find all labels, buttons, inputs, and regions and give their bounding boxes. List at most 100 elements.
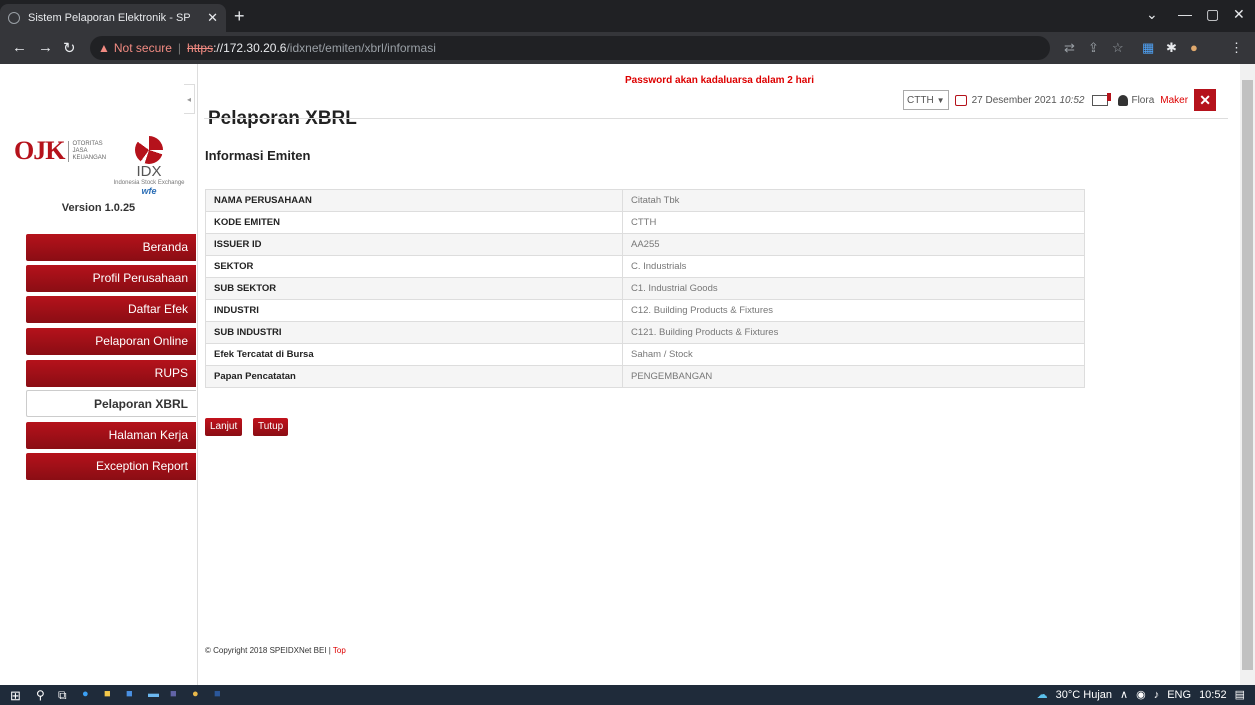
edge-icon[interactable]: ●: [82, 688, 96, 702]
address-bar[interactable]: ▲ Not secure | https://172.30.20.6/idxne…: [90, 36, 1050, 60]
language-indicator[interactable]: ENG: [1167, 689, 1191, 701]
store-icon[interactable]: ■: [126, 688, 140, 702]
top-link[interactable]: Top: [333, 646, 346, 655]
table-row: ISSUER ID AA255: [205, 233, 1085, 256]
row-key: KODE EMITEN: [205, 211, 623, 234]
row-key: NAMA PERUSAHAAN: [205, 189, 623, 212]
ojk-logo-letters: OJK: [14, 136, 65, 165]
row-value: CTTH: [622, 211, 1085, 234]
security-status: Not secure: [113, 41, 172, 55]
minimize-icon[interactable]: —: [1178, 6, 1192, 22]
profile-avatar-icon[interactable]: ●: [1190, 40, 1198, 55]
copyright-text: © Copyright 2018 SPEIDXNet BEI |: [205, 646, 331, 655]
star-icon[interactable]: ☆: [1112, 40, 1124, 56]
network-icon[interactable]: ◉: [1136, 688, 1146, 701]
weather-text[interactable]: 30°C Hujan: [1056, 689, 1112, 701]
header-divider: [204, 118, 1228, 119]
ojk-logo-text: OTORITAS JASA KEUANGAN: [68, 140, 106, 162]
translate-icon[interactable]: ⇄: [1064, 40, 1075, 56]
table-row: NAMA PERUSAHAAN Citatah Tbk: [205, 189, 1085, 212]
close-tab-icon[interactable]: ✕: [207, 10, 218, 26]
browser-tab-bar: Sistem Pelaporan Elektronik - SP ✕ + ⌄ —…: [0, 0, 1255, 32]
url-scheme: https: [187, 41, 214, 55]
share-icon[interactable]: ⇪: [1088, 40, 1099, 56]
sidebar-item-halaman-kerja[interactable]: Halaman Kerja: [26, 422, 196, 449]
new-tab-button[interactable]: +: [234, 6, 245, 27]
volume-icon[interactable]: ♪: [1154, 689, 1160, 701]
maximize-icon[interactable]: ▢: [1206, 6, 1219, 23]
tab-title: Sistem Pelaporan Elektronik - SP: [28, 12, 191, 24]
idx-logo: IDX Indonesia Stock Exchange wfe: [104, 136, 194, 196]
table-row: Papan Pencatatan PENGEMBANGAN: [205, 365, 1085, 388]
url-host: ://172.30.20.6: [213, 41, 287, 55]
logout-button[interactable]: ✕: [1194, 89, 1217, 111]
row-key: SUB INDUSTRI: [205, 321, 623, 344]
clock[interactable]: 10:52: [1199, 689, 1227, 701]
row-value: Saham / Stock: [622, 343, 1085, 366]
emiten-info-table: NAMA PERUSAHAAN Citatah Tbk KODE EMITEN CT…: [205, 189, 1085, 388]
table-row: SUB SEKTOR C1. Industrial Goods: [205, 277, 1085, 300]
chevron-down-icon[interactable]: ⌄: [1146, 6, 1158, 23]
user-name[interactable]: Flora: [1131, 95, 1154, 106]
forward-icon[interactable]: →: [38, 39, 53, 56]
row-key: INDUSTRI: [205, 299, 623, 322]
chevron-down-icon: ▼: [936, 95, 945, 105]
close-icon: ✕: [1199, 91, 1211, 108]
close-window-icon[interactable]: ✕: [1233, 6, 1245, 23]
section-title: Informasi Emiten: [205, 148, 311, 163]
sidebar-item-rups[interactable]: RUPS: [26, 360, 196, 387]
system-tray: ☁ 30°C Hujan ∧ ◉ ♪ ENG 10:52 ▤: [1036, 688, 1245, 702]
sidebar-item-beranda[interactable]: Beranda: [26, 234, 196, 261]
wfe-logo: wfe: [141, 186, 157, 196]
task-view-icon[interactable]: ⧉: [58, 688, 72, 702]
row-value: C12. Building Products & Fixtures: [622, 299, 1085, 322]
tutup-button[interactable]: Tutup: [253, 418, 289, 436]
weather-icon: ☁: [1036, 689, 1048, 701]
row-value: C121. Building Products & Fixtures: [622, 321, 1085, 344]
search-icon[interactable]: ⚲: [36, 688, 50, 702]
menu-kebab-icon[interactable]: ⋮: [1230, 40, 1243, 56]
table-row: SEKTOR C. Industrials: [205, 255, 1085, 278]
copyright-footer: © Copyright 2018 SPEIDXNet BEI | Top: [205, 646, 346, 655]
word-icon[interactable]: ■: [214, 688, 228, 702]
header-date: 27 Desember 2021: [971, 94, 1057, 106]
emiten-select[interactable]: CTTH ▼: [903, 90, 949, 110]
emiten-select-value: CTTH: [907, 94, 934, 106]
sidebar-item-pelaporan-xbrl[interactable]: Pelaporan XBRL: [26, 390, 196, 417]
back-icon[interactable]: ←: [12, 39, 27, 56]
table-row: Efek Tercatat di Bursa Saham / Stock: [205, 343, 1085, 366]
browser-tab[interactable]: Sistem Pelaporan Elektronik - SP ✕: [0, 4, 226, 32]
sidebar-item-daftar-efek[interactable]: Daftar Efek: [26, 296, 196, 323]
password-expiry-alert: Password akan kadaluarsa dalam 2 hari: [625, 75, 814, 86]
sidebar-item-pelaporan-online[interactable]: Pelaporan Online: [26, 328, 196, 355]
mail-app-icon[interactable]: ▬: [148, 688, 162, 702]
row-key: Papan Pencatatan: [205, 365, 623, 388]
sidebar-collapse-icon[interactable]: ◂: [184, 84, 195, 114]
mail-icon[interactable]: [1092, 92, 1112, 106]
file-explorer-icon[interactable]: ■: [104, 688, 118, 702]
header-time: 10:52: [1059, 94, 1085, 106]
idx-mark-icon: [135, 136, 163, 164]
os-taskbar: ⊞ ⚲ ⧉ ● ■ ■ ▬ ■ ● ■ ☁ 30°C Hujan ∧ ◉ ♪ E…: [0, 685, 1255, 705]
notification-icon[interactable]: ▤: [1235, 688, 1245, 701]
sidebar-item-exception-report[interactable]: Exception Report: [26, 453, 196, 480]
sidebar-item-profil-perusahaan[interactable]: Profil Perusahaan: [26, 265, 196, 292]
row-value: C. Industrials: [622, 255, 1085, 278]
chrome-icon[interactable]: ●: [192, 688, 206, 702]
reload-icon[interactable]: ↻: [63, 39, 76, 57]
puzzle-icon[interactable]: ✱: [1166, 40, 1177, 56]
row-key: SUB SEKTOR: [205, 277, 623, 300]
extension-grid-icon[interactable]: ▦: [1142, 40, 1154, 56]
row-key: ISSUER ID: [205, 233, 623, 256]
teams-icon[interactable]: ■: [170, 688, 184, 702]
table-row: KODE EMITEN CTTH: [205, 211, 1085, 234]
row-value: Citatah Tbk: [622, 189, 1085, 212]
windows-start-icon[interactable]: ⊞: [10, 688, 24, 703]
browser-toolbar: ← → ↻ ▲ Not secure | https://172.30.20.6…: [0, 32, 1255, 64]
page-scrollbar[interactable]: [1240, 64, 1255, 685]
chevron-up-icon[interactable]: ∧: [1120, 688, 1128, 701]
ojk-logo: OJK OTORITAS JASA KEUANGAN: [14, 136, 106, 166]
scrollbar-thumb[interactable]: [1242, 80, 1253, 670]
lanjut-button[interactable]: Lanjut: [205, 418, 243, 436]
row-key: SEKTOR: [205, 255, 623, 278]
